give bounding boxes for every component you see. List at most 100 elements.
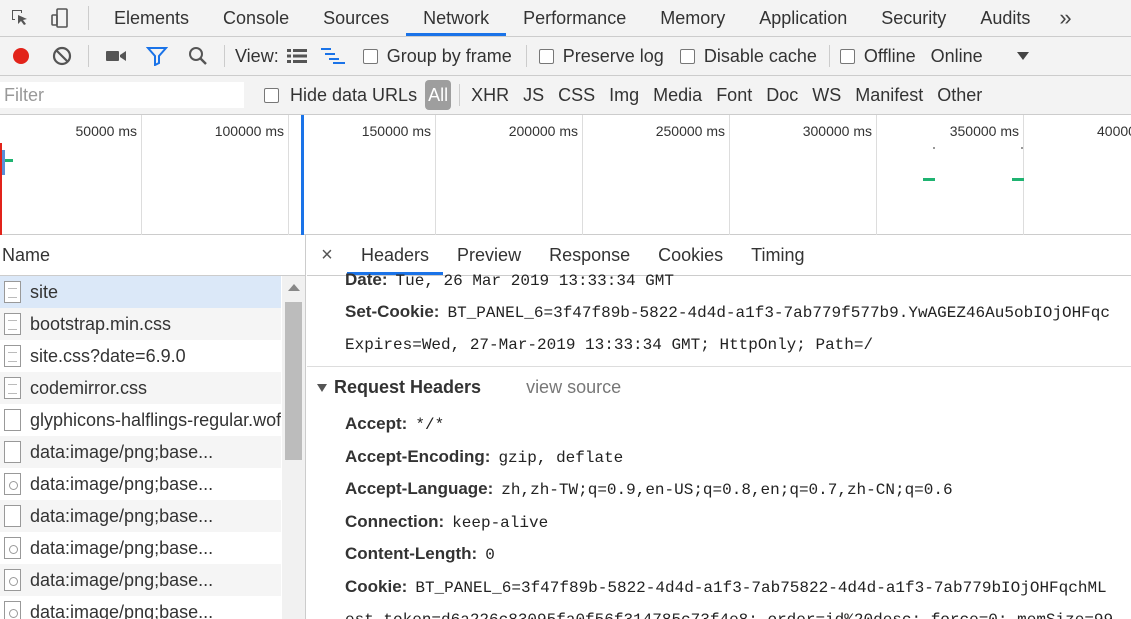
request-name: data:image/png;base... (30, 601, 214, 619)
tab-elements[interactable]: Elements (97, 0, 206, 36)
type-filter-img[interactable]: Img (602, 80, 646, 110)
request-list-scrollbar[interactable] (282, 276, 305, 619)
hide-data-urls-option[interactable]: Hide data URLs (264, 85, 417, 106)
tab-console[interactable]: Console (206, 0, 306, 36)
disable-cache-checkbox[interactable] (679, 48, 695, 64)
header-key: Connection: (345, 511, 445, 531)
scroll-up-arrow-icon[interactable] (288, 284, 300, 291)
timeline-tick-label: 100000 ms (214, 123, 284, 139)
offline-option[interactable]: Offline (839, 46, 916, 67)
device-toolbar-icon[interactable] (40, 0, 80, 36)
overview-toggle[interactable] (315, 37, 351, 76)
request-details-panel: × Headers Preview Response Cookies Timin… (307, 235, 1131, 619)
timeline-tick-label: 300000 ms (802, 123, 872, 139)
tab-network[interactable]: Network (406, 0, 507, 36)
request-bar (2, 150, 5, 175)
tab-audits[interactable]: Audits (963, 0, 1047, 36)
request-name: site.css?date=6.9.0 (30, 345, 186, 366)
disable-cache-option[interactable]: Disable cache (679, 46, 817, 67)
group-by-frame-checkbox[interactable] (362, 48, 378, 64)
header-row: Accept-Encoding: gzip, deflate (345, 447, 623, 467)
request-row[interactable]: data:image/png;base... (0, 468, 281, 500)
request-row[interactable]: data:image/png;base... (0, 596, 281, 619)
large-rows-toggle[interactable] (279, 37, 315, 76)
tab-headers[interactable]: Headers (347, 235, 444, 275)
request-row[interactable]: glyphicons-halflings-regular.wof (0, 404, 281, 436)
header-key: Content-Length: (345, 544, 478, 563)
filter-input[interactable] (0, 82, 244, 108)
group-by-frame-option[interactable]: Group by frame (362, 46, 512, 67)
hide-data-urls-checkbox[interactable] (264, 87, 279, 103)
type-filter-js[interactable]: JS (516, 80, 551, 110)
throttling-select[interactable]: Online (931, 46, 1029, 67)
type-filter-font[interactable]: Font (709, 80, 759, 110)
type-filter-css[interactable]: CSS (551, 80, 602, 110)
tab-timing[interactable]: Timing (737, 235, 818, 275)
type-filter-xhr[interactable]: XHR (464, 80, 516, 110)
request-list: site bootstrap.min.css site.css?date=6.9.0… (0, 276, 281, 619)
preserve-log-option[interactable]: Preserve log (538, 45, 664, 67)
type-filter-all[interactable]: All (425, 80, 452, 110)
type-filter-ws[interactable]: WS (805, 80, 848, 110)
tab-sources[interactable]: Sources (306, 0, 406, 36)
timeline-tick-label: 40000 (1097, 123, 1131, 139)
tab-security[interactable]: Security (864, 0, 963, 36)
tab-memory[interactable]: Memory (643, 0, 742, 36)
preserve-log-label: Preserve log (562, 45, 664, 66)
close-icon[interactable]: × (307, 235, 347, 275)
tab-preview[interactable]: Preview (443, 235, 535, 275)
header-value: BT_PANEL_6=3f47f89b-5822-4d4d-a1f3-7ab77… (447, 304, 1110, 322)
tab-response[interactable]: Response (535, 235, 644, 275)
offline-checkbox[interactable] (839, 48, 855, 64)
tab-cookies[interactable]: Cookies (644, 235, 737, 275)
request-row[interactable]: bootstrap.min.css (0, 308, 281, 340)
header-row: Content-Length: 0 (345, 544, 495, 564)
request-name: codemirror.css (30, 377, 148, 398)
preserve-log-checkbox[interactable] (538, 48, 554, 64)
tab-application[interactable]: Application (742, 0, 864, 36)
timeline-overview[interactable]: 50000 ms 100000 ms 150000 ms 200000 ms 2… (0, 115, 1131, 235)
header-value: Expires=Wed, 27-Mar-2019 13:33:34 GMT; H… (345, 336, 874, 354)
header-value: Tue, 26 Mar 2019 13:33:34 GMT (395, 272, 674, 290)
search-button[interactable] (177, 37, 218, 76)
timeline-column: 250000 ms (583, 115, 730, 235)
tabbar-divider (88, 6, 89, 30)
request-headers-section-toggle[interactable]: Request Headers view source (317, 377, 621, 398)
header-value: 0 (485, 546, 495, 564)
more-tabs-chevron-icon[interactable]: » (1047, 0, 1083, 36)
section-divider (307, 366, 1131, 367)
request-row[interactable]: data:image/png;base... (0, 532, 281, 564)
record-button[interactable] (0, 37, 41, 76)
request-name: data:image/png;base... (30, 505, 214, 526)
request-row[interactable]: data:image/png;base... (0, 564, 281, 596)
view-source-link[interactable]: view source (526, 377, 621, 398)
network-toolbar: View: Group by frame Preserve log Disabl… (0, 37, 1131, 76)
type-filter-doc[interactable]: Doc (759, 80, 805, 110)
tab-performance[interactable]: Performance (506, 0, 643, 36)
clear-button[interactable] (41, 37, 82, 76)
timeline-column: 300000 ms (730, 115, 877, 235)
list-view-icon (286, 49, 307, 63)
timeline-column: 200000 ms (436, 115, 583, 235)
type-filter-other[interactable]: Other (930, 80, 989, 110)
request-list-panel: Name site bootstrap.min.css site.css?date=… (0, 235, 306, 619)
request-row[interactable]: site.css?date=6.9.0 (0, 340, 281, 372)
header-value: BT_PANEL_6=3f47f89b-5822-4d4d-a1f3-7ab75… (415, 578, 1107, 597)
type-filter-manifest[interactable]: Manifest (848, 80, 930, 110)
request-bar (1021, 147, 1023, 149)
name-column-header[interactable]: Name (0, 235, 305, 276)
type-filter-media[interactable]: Media (646, 80, 709, 110)
capture-screenshots-button[interactable] (95, 37, 136, 76)
request-row[interactable]: data:image/png;base... (0, 500, 281, 532)
request-name: data:image/png;base... (30, 569, 214, 590)
inspect-element-icon[interactable] (0, 0, 40, 36)
header-row: Expires=Wed, 27-Mar-2019 13:33:34 GMT; H… (345, 334, 873, 354)
filter-icon (145, 47, 168, 66)
filter-toggle-button[interactable] (136, 37, 177, 76)
header-value: gzip, deflate (498, 448, 624, 467)
request-row[interactable]: codemirror.css (0, 372, 281, 404)
request-row[interactable]: site (0, 276, 281, 308)
request-row[interactable]: data:image/png;base... (0, 436, 281, 468)
scroll-thumb[interactable] (285, 302, 302, 460)
timeline-column: 150000 ms (289, 115, 436, 235)
